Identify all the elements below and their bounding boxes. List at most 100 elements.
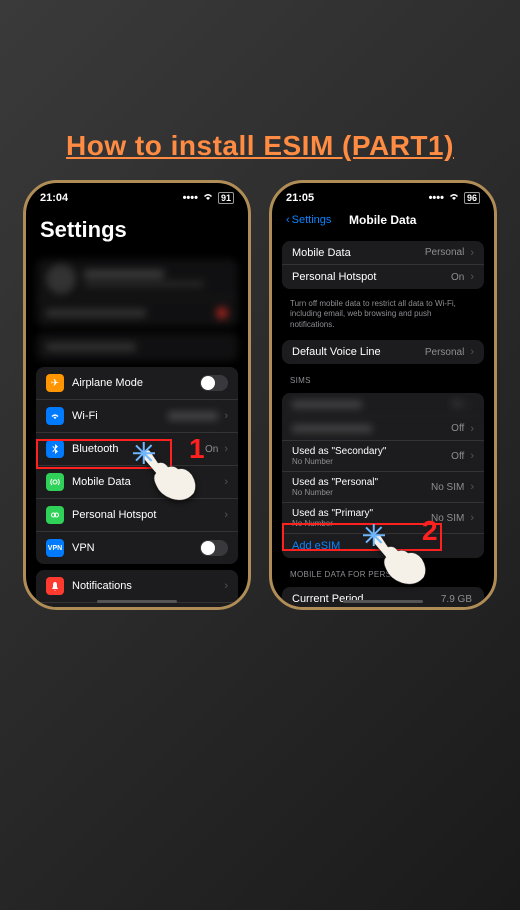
notch (338, 183, 428, 199)
home-indicator (97, 600, 177, 603)
row-value: Off (451, 423, 464, 434)
wifi-row-icon (46, 407, 64, 425)
profile-section (36, 259, 238, 327)
chevron-right-icon: › (224, 476, 228, 488)
vpn-toggle[interactable] (200, 540, 228, 556)
notifications-label: Notifications (72, 580, 220, 592)
phones-container: 21:04 •••• 91 Settings (0, 180, 520, 610)
hotspot-label: Personal Hotspot (72, 509, 220, 521)
row-value: On (451, 272, 464, 283)
connectivity-section: ✈ Airplane Mode Wi-Fi › Bluetooth On › (36, 367, 238, 564)
bluetooth-label: Bluetooth (72, 443, 205, 455)
antenna-icon (46, 473, 64, 491)
wifi-value (168, 412, 218, 420)
notch (92, 183, 182, 199)
chevron-right-icon: › (470, 481, 474, 493)
sim-row-3[interactable]: Used as "Secondary" No Number Off › (282, 441, 484, 472)
sim-row-4[interactable]: Used as "Personal" No Number No SIM › (282, 472, 484, 503)
row-value: Personal (425, 247, 464, 258)
chevron-right-icon: › (470, 247, 474, 259)
row-label: Personal Hotspot (292, 271, 451, 283)
phone-left: 21:04 •••• 91 Settings (23, 180, 251, 610)
battery-icon: 91 (218, 192, 234, 204)
row-value: No SIM (431, 482, 464, 493)
signal-icon: •••• (183, 192, 198, 204)
data-caption: Turn off mobile data to restrict all dat… (272, 295, 494, 334)
sim-label: Used as "Personal" (292, 477, 431, 488)
add-esim-row[interactable]: Add eSIM (282, 534, 484, 558)
sim-sub: No Number (292, 457, 451, 466)
sim-row-2[interactable]: Off › (282, 417, 484, 441)
voice-line-row[interactable]: Default Voice Line Personal › (282, 340, 484, 364)
wifi-icon (202, 192, 214, 204)
chevron-right-icon: › (470, 423, 474, 435)
status-icons: •••• 91 (183, 192, 234, 204)
data-section: Mobile Data Personal › Personal Hotspot … (282, 241, 484, 289)
wifi-row[interactable]: Wi-Fi › (36, 400, 238, 433)
vpn-row[interactable]: VPN VPN (36, 532, 238, 564)
home-indicator (343, 600, 423, 603)
bluetooth-row[interactable]: Bluetooth On › (36, 433, 238, 466)
row-value: 7.9 GB (441, 594, 472, 605)
mobile-data-setting-row[interactable]: Mobile Data Personal › (282, 241, 484, 265)
voice-section: Default Voice Line Personal › (282, 340, 484, 364)
chevron-right-icon: › (224, 509, 228, 521)
usage-section: Current Period 7.9 GB (282, 587, 484, 610)
chevron-right-icon: › (224, 580, 228, 592)
sim-sub: No Number (292, 488, 431, 497)
hotspot-row[interactable]: Personal Hotspot › (36, 499, 238, 532)
chevron-right-icon: › (224, 443, 228, 455)
wifi-icon (448, 192, 460, 204)
screen-title: Mobile Data (285, 213, 480, 227)
bluetooth-icon (46, 440, 64, 458)
sounds-row[interactable]: Sounds & Haptics › (36, 603, 238, 610)
bluetooth-value: On (205, 444, 218, 455)
current-period-row[interactable]: Current Period 7.9 GB (282, 587, 484, 610)
hotspot-icon (46, 506, 64, 524)
signal-icon: •••• (429, 192, 444, 204)
sim-sub: No Number (292, 519, 431, 528)
vpn-label: VPN (72, 542, 200, 554)
sim-label: Used as "Primary" (292, 508, 431, 519)
sim-label: Used as "Secondary" (292, 446, 451, 457)
vpn-icon: VPN (46, 539, 64, 557)
row-value: Off (451, 451, 464, 462)
wifi-label: Wi-Fi (72, 410, 168, 422)
airplane-toggle[interactable] (200, 375, 228, 391)
status-time: 21:04 (40, 192, 68, 204)
sims-header: SIMs (272, 370, 494, 387)
mobile-data-row[interactable]: Mobile Data › (36, 466, 238, 499)
battery-icon: 96 (464, 192, 480, 204)
status-time: 21:05 (286, 192, 314, 204)
row-label: Mobile Data (292, 247, 425, 259)
airplane-label: Airplane Mode (72, 377, 200, 389)
phone-right: 21:05 •••• 96 ‹ Settings Mobile Data Mob… (269, 180, 497, 610)
status-icons: •••• 96 (429, 192, 480, 204)
airplane-icon: ✈ (46, 374, 64, 392)
add-esim-label: Add eSIM (292, 540, 474, 552)
airplane-mode-row[interactable]: ✈ Airplane Mode (36, 367, 238, 400)
row-value: Personal (425, 347, 464, 358)
settings-header: Settings (26, 209, 248, 253)
bell-icon (46, 577, 64, 595)
sims-section: On › Off › Used as "Secondary" No Number… (282, 393, 484, 558)
chevron-right-icon: › (470, 346, 474, 358)
chevron-right-icon: › (470, 512, 474, 524)
row-value: On (451, 399, 464, 410)
page-title: How to install ESIM (PART1) (0, 130, 520, 162)
sim-row-5[interactable]: Used as "Primary" No Number No SIM › (282, 503, 484, 534)
sim-row-1[interactable]: On › (282, 393, 484, 417)
hotspot-setting-row[interactable]: Personal Hotspot On › (282, 265, 484, 289)
mobile-data-label: Mobile Data (72, 476, 220, 488)
chevron-right-icon: › (470, 450, 474, 462)
blurred-section (36, 333, 238, 361)
row-value: No SIM (431, 513, 464, 524)
notifications-row[interactable]: Notifications › (36, 570, 238, 603)
chevron-right-icon: › (224, 410, 228, 422)
row-label: Default Voice Line (292, 346, 425, 358)
notifications-section: Notifications › Sounds & Haptics › Focus… (36, 570, 238, 610)
nav-header: ‹ Settings Mobile Data (272, 209, 494, 235)
chevron-right-icon: › (470, 271, 474, 283)
data-for-header: MOBILE DATA FOR PERSON (272, 564, 494, 581)
chevron-right-icon: › (470, 399, 474, 411)
